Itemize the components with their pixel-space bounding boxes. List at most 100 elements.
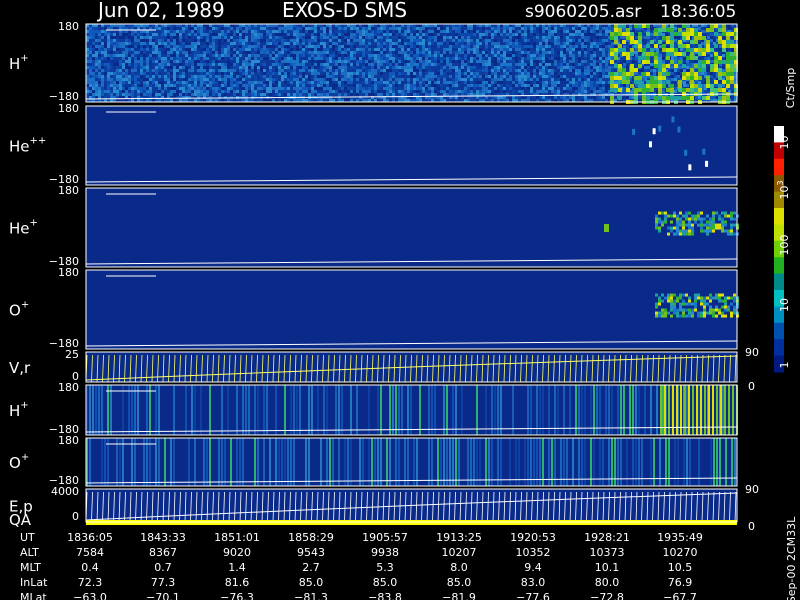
heatmap-cell (596, 87, 599, 90)
heatmap-cell (404, 63, 407, 66)
heatmap-cell (242, 66, 245, 69)
heatmap-cell (434, 27, 437, 30)
heatmap-cell (209, 60, 212, 63)
heatmap-cell (134, 90, 137, 93)
heatmap-cell (464, 54, 467, 57)
heatmap-cell (269, 84, 272, 87)
heatmap-cell (524, 57, 527, 60)
heatmap-cell (527, 96, 530, 99)
heatmap-cell (164, 57, 167, 60)
heatmap-cell (119, 84, 122, 87)
heatmap-cell (98, 90, 101, 93)
heatmap-cell (374, 84, 377, 87)
heatmap-cell (485, 54, 488, 57)
heatmap-cell (542, 54, 545, 57)
heatmap-cell (278, 30, 281, 33)
heatmap-cell (557, 54, 560, 57)
heatmap-cell (509, 63, 512, 66)
heatmap-cell (560, 87, 563, 90)
heatmap-cell (221, 48, 224, 51)
heatmap-cell (158, 90, 161, 93)
heatmap-cell (296, 27, 299, 30)
heatmap-cell (650, 36, 653, 39)
heatmap-cell (572, 78, 575, 81)
heatmap-cell (326, 33, 329, 36)
heatmap-cell (191, 33, 194, 36)
heatmap-cell (125, 81, 128, 84)
heatmap-cell (554, 51, 557, 54)
heatmap-cell (194, 75, 197, 78)
heatmap-cell (152, 42, 155, 45)
heatmap-cell (362, 36, 365, 39)
heatmap-cell (326, 93, 329, 96)
heatmap-cell (374, 48, 377, 51)
heatmap-cell (317, 87, 320, 90)
heatmap-cell (560, 63, 563, 66)
heatmap-cell (431, 30, 434, 33)
heatmap-cell (515, 78, 518, 81)
heatmap-cell (461, 93, 464, 96)
heatmap-cell (188, 39, 191, 42)
heatmap-cell (440, 69, 443, 72)
heatmap-cell (488, 54, 491, 57)
heatmap-cell (566, 51, 569, 54)
heatmap-cell (506, 60, 509, 63)
heatmap-cell (152, 78, 155, 81)
heatmap-cell (545, 90, 548, 93)
heatmap-cell (191, 93, 194, 96)
heatmap-cell (647, 48, 650, 51)
heatmap-cell (464, 63, 467, 66)
heatmap-cell (437, 27, 440, 30)
heatmap-cell (320, 63, 323, 66)
heatmap-cell (242, 75, 245, 78)
heatmap-cell (449, 72, 452, 75)
heatmap-cell (500, 66, 503, 69)
heatmap-cell (482, 63, 485, 66)
heatmap-cell (323, 90, 326, 93)
heatmap-cell (293, 57, 296, 60)
heatmap-cell (317, 75, 320, 78)
heatmap-cell (188, 48, 191, 51)
heatmap-cell (155, 57, 158, 60)
heatmap-cell (386, 39, 389, 42)
heatmap-cell (317, 60, 320, 63)
heatmap-cell (197, 39, 200, 42)
heatmap-cell (509, 42, 512, 45)
heatmap-cell (128, 48, 131, 51)
heatmap-cell (269, 60, 272, 63)
heatmap-cell (152, 54, 155, 57)
heatmap-cell (470, 75, 473, 78)
heatmap-cell (218, 42, 221, 45)
heatmap-cell (449, 51, 452, 54)
heatmap-cell (395, 78, 398, 81)
heatmap-cell (152, 69, 155, 72)
heatmap-cell (590, 96, 593, 99)
heatmap-cell (104, 48, 107, 51)
heatmap-cell (599, 39, 602, 42)
heatmap-cell (182, 66, 185, 69)
heatmap-cell (437, 33, 440, 36)
heatmap-cell (287, 33, 290, 36)
heatmap-cell (572, 51, 575, 54)
heatmap-cell (263, 42, 266, 45)
heatmap-cell (470, 90, 473, 93)
heatmap-cell (323, 39, 326, 42)
heatmap-cell (443, 51, 446, 54)
heatmap-cell (356, 69, 359, 72)
heatmap-cell (170, 66, 173, 69)
heatmap-cell (215, 48, 218, 51)
heatmap-cell (245, 66, 248, 69)
heatmap-cell (464, 39, 467, 42)
heatmap-cell (302, 27, 305, 30)
heatmap-cell (299, 69, 302, 72)
heatmap-cell (122, 72, 125, 75)
heatmap-cell (395, 63, 398, 66)
heatmap-cell (206, 54, 209, 57)
heatmap-cell (191, 66, 194, 69)
heatmap-cell (251, 90, 254, 93)
heatmap-cell (476, 57, 479, 60)
heatmap-cell (350, 96, 353, 99)
heatmap-cell (542, 78, 545, 81)
heatmap-cell (146, 54, 149, 57)
heatmap-cell (332, 81, 335, 84)
